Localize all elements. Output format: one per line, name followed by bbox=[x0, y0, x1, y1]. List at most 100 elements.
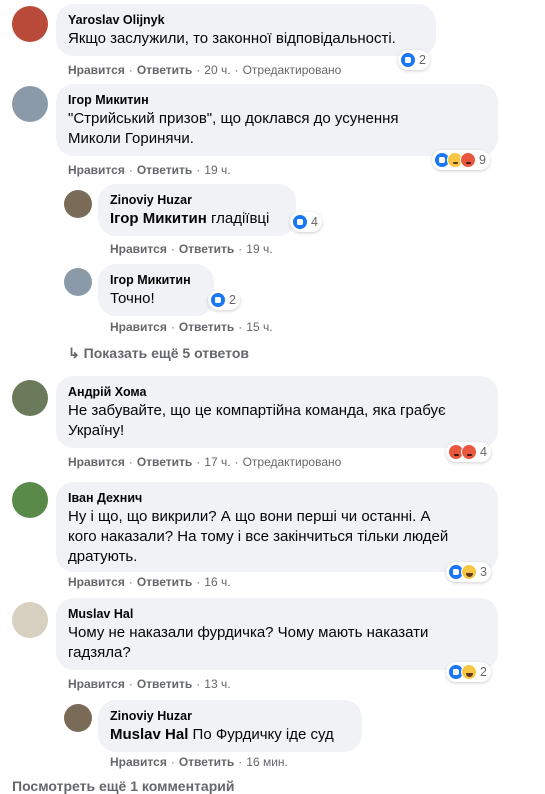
reactions[interactable]: 3 bbox=[446, 562, 491, 582]
comment-text: Якщо заслужили, то законної відповідальн… bbox=[68, 30, 396, 47]
show-more-replies-button[interactable]: ↳ Показать ещё 5 ответов bbox=[68, 345, 249, 362]
avatar[interactable] bbox=[64, 704, 92, 732]
separator: · bbox=[238, 242, 243, 256]
comment-text: Ну і що, що викрили? А що вони перші чи … bbox=[68, 507, 486, 567]
avatar[interactable] bbox=[64, 190, 92, 218]
separator: · bbox=[128, 455, 133, 469]
reaction-count: 9 bbox=[479, 153, 486, 167]
timestamp[interactable]: 19 ч. bbox=[246, 242, 272, 256]
avatar[interactable] bbox=[12, 6, 48, 42]
edited-label: Отредактировано bbox=[242, 455, 342, 469]
comment-text-line: Не забувайте, що це компартійна команда,… bbox=[68, 402, 446, 419]
separator: · bbox=[234, 63, 239, 77]
comment-text-line: гадзяла? bbox=[68, 644, 131, 661]
haha-reaction-icon bbox=[461, 664, 477, 680]
reaction-count: 2 bbox=[480, 665, 487, 679]
timestamp[interactable]: 17 ч. bbox=[204, 455, 230, 469]
timestamp[interactable]: 15 ч. bbox=[246, 320, 272, 334]
like-reaction-icon bbox=[400, 52, 416, 68]
comment-text: Чому не наказали фурдичка? Чому мають на… bbox=[68, 623, 486, 663]
comment-text-body: гладіївці bbox=[206, 210, 270, 227]
reactions[interactable]: 4 bbox=[446, 442, 491, 462]
avatar[interactable] bbox=[12, 482, 48, 518]
comment-text-body: По Фурдичку іде суд bbox=[188, 726, 334, 743]
reply-button[interactable]: Ответить bbox=[179, 755, 234, 769]
reply-button[interactable]: Ответить bbox=[137, 163, 192, 177]
comment-author[interactable]: Ігор Микитин bbox=[110, 272, 202, 288]
comment-bubble: Андрій Хома Не забувайте, що це компарті… bbox=[56, 376, 498, 448]
comment-actions: Нравится · Ответить · 19 ч. bbox=[110, 242, 273, 256]
reaction-count: 2 bbox=[229, 293, 236, 307]
comment-text: Ігор Микитин гладіївці bbox=[110, 209, 284, 229]
avatar[interactable] bbox=[12, 602, 48, 638]
separator: · bbox=[196, 63, 201, 77]
timestamp[interactable]: 20 ч. bbox=[204, 63, 230, 77]
comment-author[interactable]: Іван Дехнич bbox=[68, 490, 486, 506]
comment-text-line: кого наказали? На тому і все закінчиться… bbox=[68, 528, 449, 545]
comment-author[interactable]: Андрій Хома bbox=[68, 384, 486, 400]
comment-author[interactable]: Ігор Микитин bbox=[68, 92, 486, 108]
separator: · bbox=[196, 455, 201, 469]
separator: · bbox=[238, 320, 243, 334]
like-button[interactable]: Нравится bbox=[68, 575, 125, 589]
comment-author[interactable]: Yaroslav Olijnyk bbox=[68, 12, 424, 28]
like-button[interactable]: Нравится bbox=[110, 242, 167, 256]
timestamp[interactable]: 13 ч. bbox=[204, 677, 230, 691]
comment-text-line: дратують. bbox=[68, 548, 138, 565]
like-button[interactable]: Нравится bbox=[110, 320, 167, 334]
comment-bubble: Zinoviy Huzar Ігор Микитин гладіївці bbox=[98, 184, 296, 236]
comment-text-line: Миколи Горинячи. bbox=[68, 130, 194, 147]
avatar[interactable] bbox=[12, 86, 48, 122]
comment-author[interactable]: Zinoviy Huzar bbox=[110, 192, 284, 208]
comment-text: Точно! bbox=[110, 290, 155, 307]
reactions[interactable]: 2 bbox=[398, 50, 430, 70]
separator: · bbox=[128, 575, 133, 589]
reply-button[interactable]: Ответить bbox=[179, 320, 234, 334]
comment-actions: Нравится · Ответить · 19 ч. bbox=[68, 163, 231, 177]
comment-bubble: Muslav Hal Чому не наказали фурдичка? Чо… bbox=[56, 598, 498, 670]
reactions[interactable]: 2 bbox=[446, 662, 491, 682]
mention-link[interactable]: Ігор Микитин bbox=[110, 210, 207, 227]
separator: · bbox=[170, 320, 175, 334]
like-button[interactable]: Нравится bbox=[68, 63, 125, 77]
like-button[interactable]: Нравится bbox=[68, 163, 125, 177]
timestamp[interactable]: 16 мин. bbox=[246, 755, 288, 769]
reactions[interactable]: 2 bbox=[208, 290, 240, 310]
reply-button[interactable]: Ответить bbox=[137, 677, 192, 691]
comment-text: "Стрийський призов", що доклався до усун… bbox=[68, 109, 486, 149]
reactions[interactable]: 9 bbox=[432, 150, 490, 170]
separator: · bbox=[196, 575, 201, 589]
comment-text: Muslav Hal По Фурдичку іде суд bbox=[110, 725, 350, 745]
avatar[interactable] bbox=[12, 380, 48, 416]
like-button[interactable]: Нравится bbox=[68, 455, 125, 469]
reaction-count: 2 bbox=[419, 53, 426, 67]
comment-bubble: Іван Дехнич Ну і що, що викрили? А що во… bbox=[56, 482, 498, 572]
comment-text-line: "Стрийський призов", що доклався до усун… bbox=[68, 110, 399, 127]
like-button[interactable]: Нравится bbox=[68, 677, 125, 691]
avatar[interactable] bbox=[64, 268, 92, 296]
timestamp[interactable]: 19 ч. bbox=[204, 163, 230, 177]
comment-actions: Нравится · Ответить · 13 ч. bbox=[68, 677, 231, 691]
separator: · bbox=[128, 677, 133, 691]
mention-link[interactable]: Muslav Hal bbox=[110, 726, 188, 743]
reply-button[interactable]: Ответить bbox=[137, 63, 192, 77]
reply-button[interactable]: Ответить bbox=[137, 575, 192, 589]
comment-bubble: Zinoviy Huzar Muslav Hal По Фурдичку іде… bbox=[98, 700, 362, 752]
reaction-count: 3 bbox=[480, 565, 487, 579]
angry-reaction-icon bbox=[460, 152, 476, 168]
comment-text-line: Ну і що, що викрили? А що вони перші чи … bbox=[68, 508, 431, 525]
separator: · bbox=[170, 755, 175, 769]
timestamp[interactable]: 16 ч. bbox=[204, 575, 230, 589]
like-button[interactable]: Нравится bbox=[110, 755, 167, 769]
show-more-replies-label: Показать ещё 5 ответов bbox=[83, 345, 249, 361]
separator: · bbox=[170, 242, 175, 256]
comment-author[interactable]: Zinoviy Huzar bbox=[110, 708, 350, 724]
reply-button[interactable]: Ответить bbox=[137, 455, 192, 469]
reply-button[interactable]: Ответить bbox=[179, 242, 234, 256]
reactions[interactable]: 4 bbox=[290, 212, 322, 232]
haha-reaction-icon bbox=[461, 564, 477, 580]
comment-author[interactable]: Muslav Hal bbox=[68, 606, 486, 622]
comment-actions: Нравится · Ответить · 16 мин. bbox=[110, 755, 288, 769]
view-more-comments-link[interactable]: Посмотреть ещё 1 комментарий bbox=[12, 778, 234, 794]
comment-actions: Нравится · Ответить · 20 ч. · Отредактировано bbox=[68, 63, 341, 77]
